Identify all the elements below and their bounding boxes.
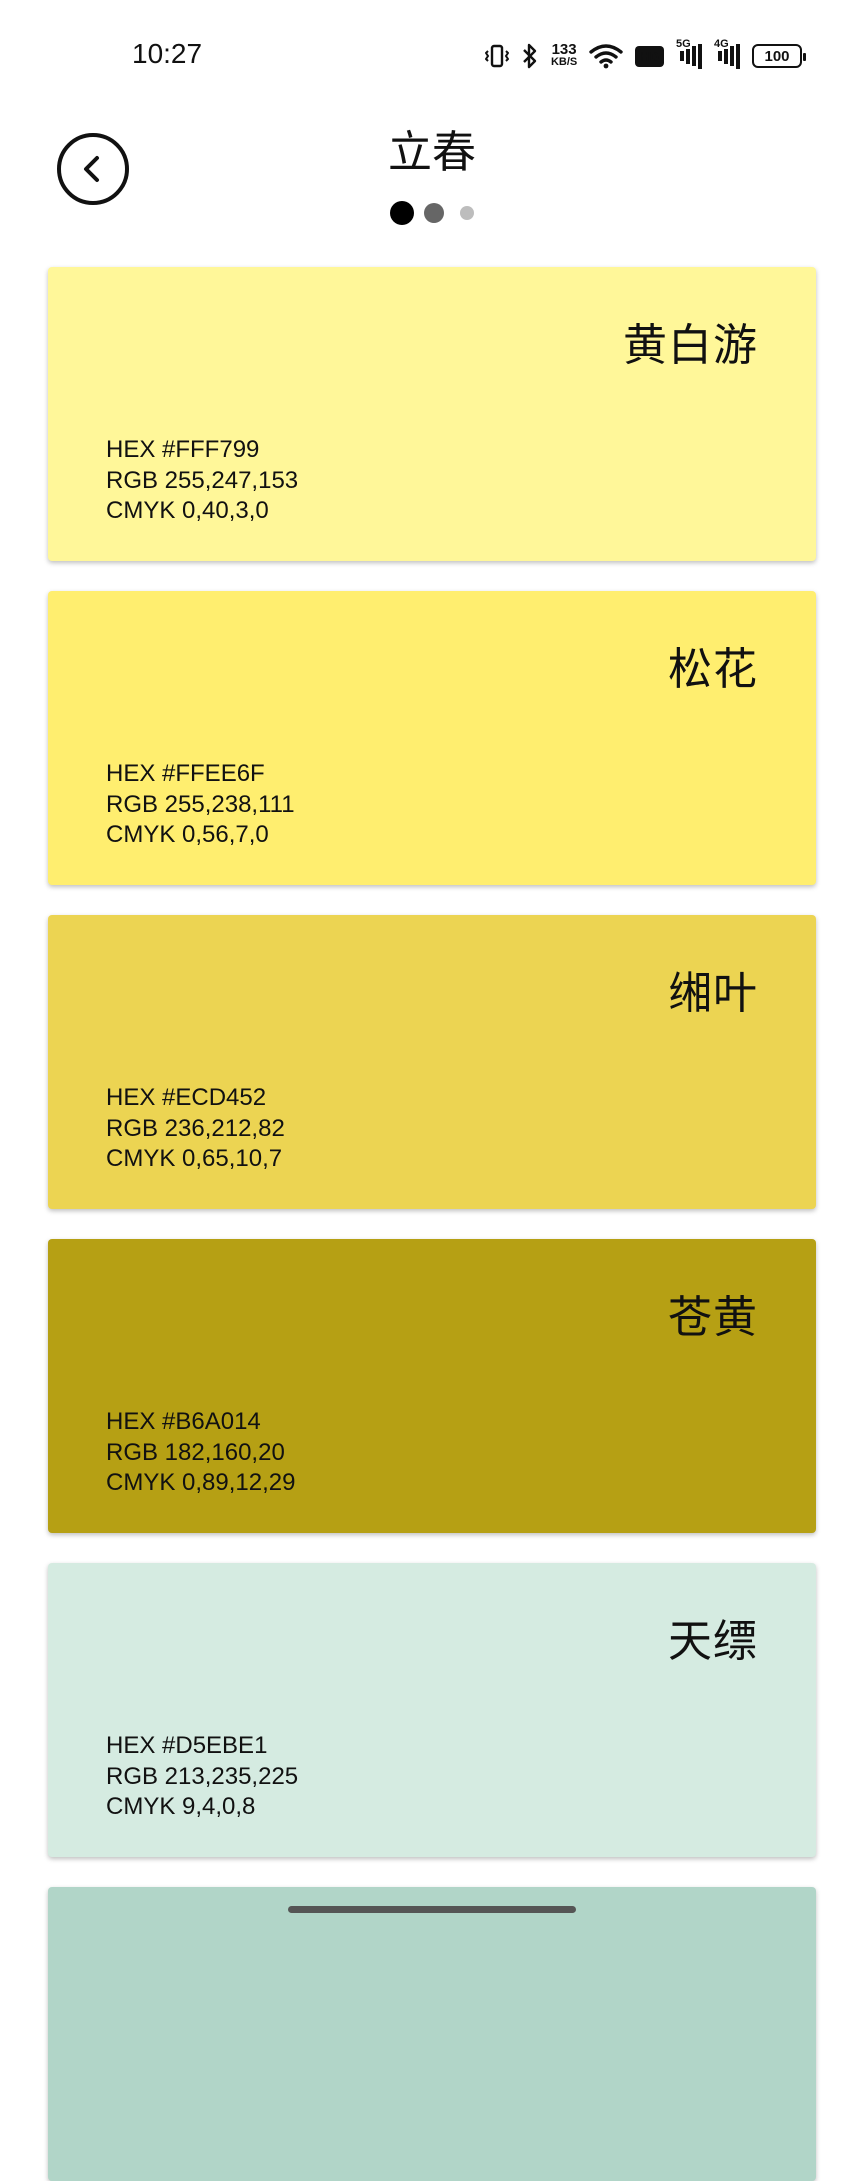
color-values: HEX #FFF799 RGB 255,247,153 CMYK 0,40,3,…: [106, 435, 298, 527]
color-hex: HEX #ECD452: [106, 1084, 267, 1111]
color-rgb: RGB 255,247,153: [106, 466, 299, 494]
color-name: 缃叶: [668, 968, 758, 1019]
network-speed-value: 133: [551, 41, 577, 58]
hd-icon: HD: [635, 45, 664, 67]
status-time: 10:27: [132, 38, 203, 69]
color-values: HEX #ECD452 RGB 236,212,82 CMYK 0,65,10,…: [106, 1083, 285, 1175]
color-name: 松花: [668, 644, 758, 695]
color-hex: HEX #D5EBE1: [106, 1732, 268, 1759]
color-card[interactable]: 松花 HEX #FFEE6F RGB 255,238,111 CMYK 0,56…: [48, 591, 816, 885]
battery-icon: 100: [752, 44, 806, 68]
home-indicator[interactable]: [288, 1906, 576, 1913]
page-title: 立春: [388, 127, 476, 178]
color-rgb: RGB 182,160,20: [106, 1438, 285, 1466]
color-cmyk: CMYK 0,56,7,0: [106, 821, 269, 848]
signal-4g-label: 4G: [714, 37, 729, 50]
color-values: HEX #FFEE6F RGB 255,238,111 CMYK 0,56,7,…: [106, 759, 295, 851]
bluetooth-icon: [521, 42, 539, 70]
color-name: 天缥: [668, 1616, 758, 1667]
wifi-icon: [589, 43, 623, 69]
color-hex: HEX #FFF799: [106, 436, 260, 463]
color-values: HEX #D5EBE1 RGB 213,235,225 CMYK 9,4,0,8: [106, 1731, 298, 1823]
network-speed: 133 KB/S: [550, 41, 578, 69]
signal-4g-icon: 4G: [714, 38, 740, 69]
color-cmyk: CMYK 9,4,0,8: [106, 1793, 256, 1820]
vibrate-icon: [484, 43, 509, 69]
color-hex: HEX #B6A014: [106, 1408, 261, 1435]
color-rgb: RGB 255,238,111: [106, 790, 295, 818]
status-bar: 10:27 133 KB/S HD 5G 4G 100: [0, 0, 864, 110]
color-cmyk: CMYK 0,40,3,0: [106, 497, 269, 524]
color-rgb: RGB 236,212,82: [106, 1114, 285, 1142]
color-cmyk: CMYK 0,65,10,7: [106, 1145, 283, 1172]
color-values: HEX #B6A014 RGB 182,160,20 CMYK 0,89,12,…: [106, 1407, 295, 1499]
page-indicator[interactable]: [0, 201, 864, 225]
signal-5g-icon: 5G: [676, 38, 702, 69]
color-card[interactable]: 黄白游 HEX #FFF799 RGB 255,247,153 CMYK 0,4…: [48, 267, 816, 561]
page-dot-1[interactable]: [390, 201, 414, 225]
color-card[interactable]: 天缥 HEX #D5EBE1 RGB 213,235,225 CMYK 9,4,…: [48, 1563, 816, 1857]
signal-5g-label: 5G: [676, 37, 691, 50]
battery-level: 100: [764, 47, 790, 65]
color-hex: HEX #FFEE6F: [106, 760, 265, 787]
page-dot-3[interactable]: [460, 206, 474, 220]
color-name: 苍黄: [668, 1292, 758, 1343]
color-card[interactable]: 缃叶 HEX #ECD452 RGB 236,212,82 CMYK 0,65,…: [48, 915, 816, 1209]
color-card-partial[interactable]: [48, 1887, 816, 2181]
color-rgb: RGB 213,235,225: [106, 1762, 299, 1790]
page-dot-2[interactable]: [424, 203, 444, 223]
status-icons: 133 KB/S HD 5G 4G 100: [484, 38, 806, 74]
color-card[interactable]: 苍黄 HEX #B6A014 RGB 182,160,20 CMYK 0,89,…: [48, 1239, 816, 1533]
color-name: 黄白游: [623, 320, 758, 371]
color-cmyk: CMYK 0,89,12,29: [106, 1469, 296, 1496]
network-speed-unit: KB/S: [550, 56, 578, 68]
